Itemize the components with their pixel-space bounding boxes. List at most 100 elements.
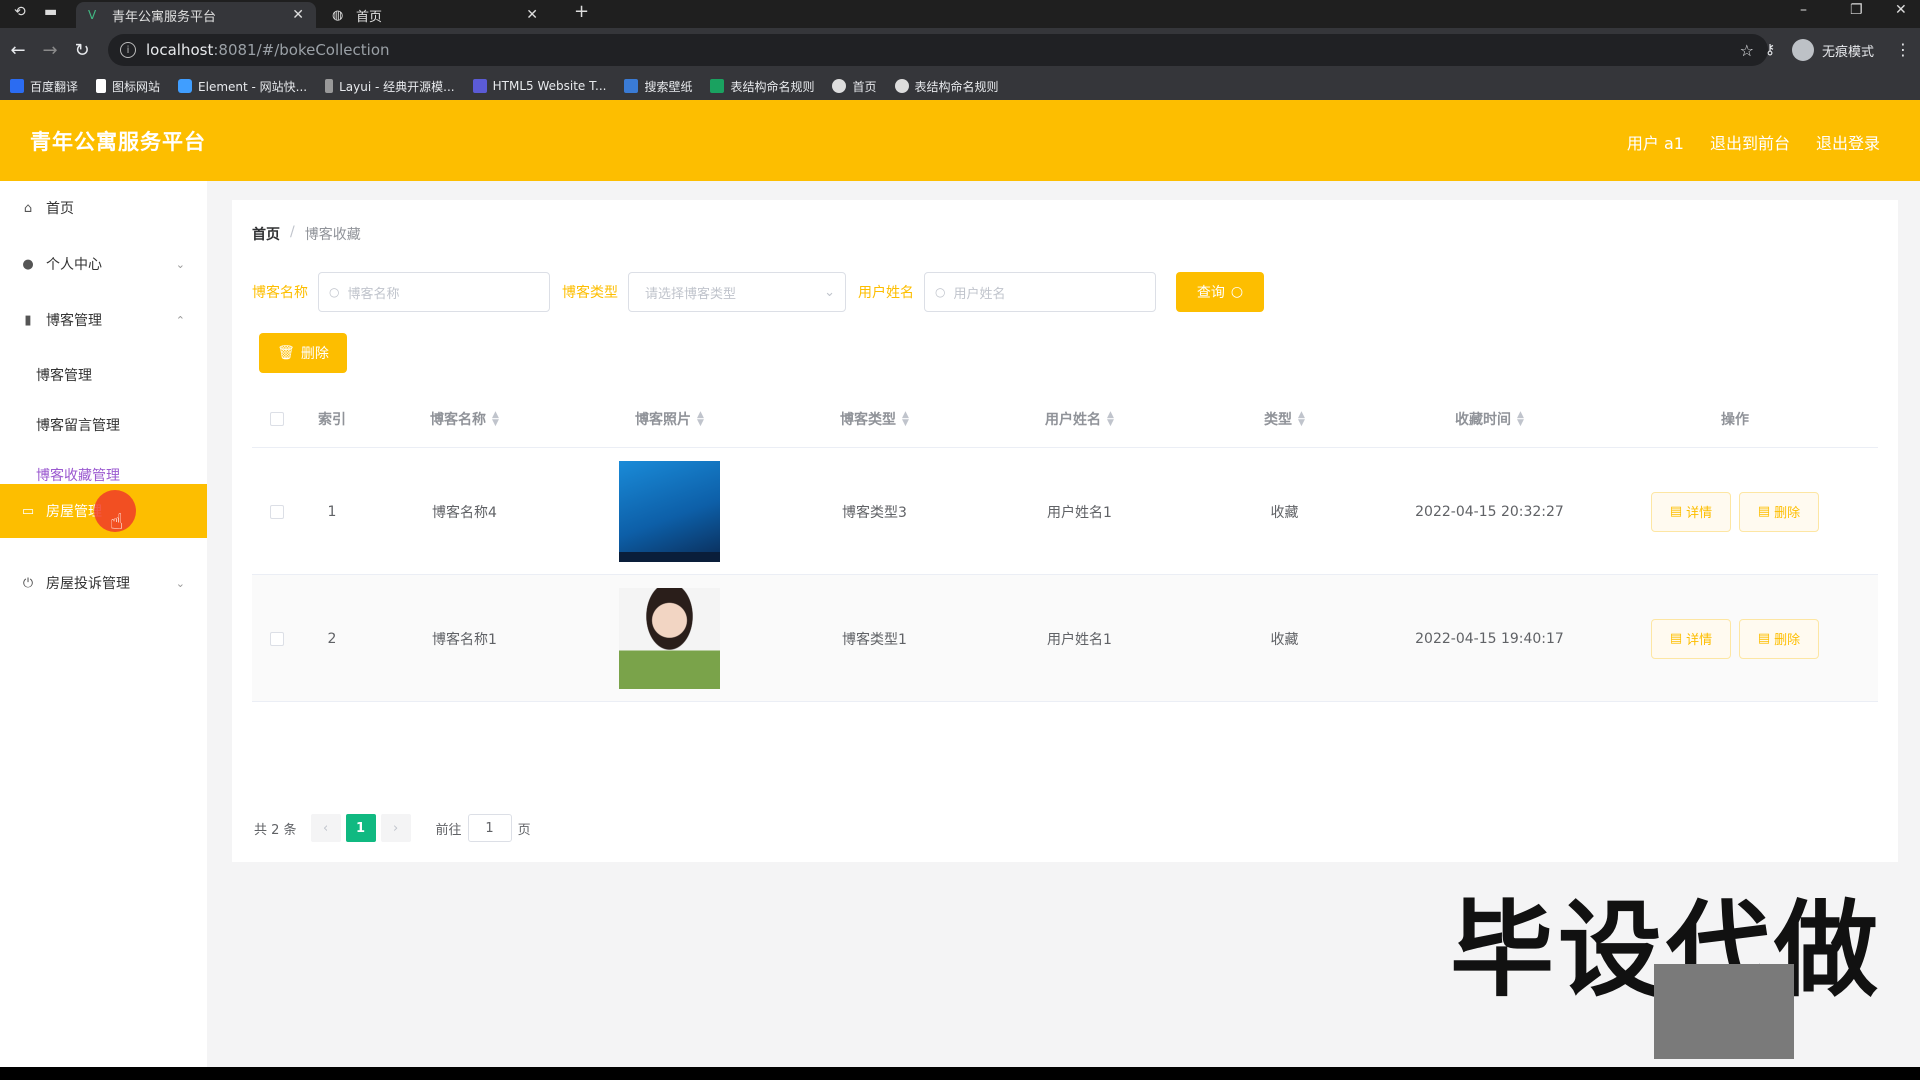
window-icon[interactable]: ▬: [44, 4, 57, 20]
sort-icon[interactable]: ▲ ▼: [1517, 411, 1524, 428]
sidebar-item-label: 博客管理: [46, 313, 102, 329]
column-label: 操作: [1721, 412, 1749, 428]
row-checkbox[interactable]: [270, 631, 284, 646]
bookmark[interactable]: 搜索壁纸: [624, 78, 692, 95]
cell-blog-name: 博客名称4: [432, 504, 497, 521]
search-icon: ○: [935, 285, 946, 299]
column-header: 操作: [1592, 390, 1878, 448]
current-user[interactable]: 用户 a1: [1627, 130, 1684, 154]
bookmark[interactable]: 表结构命名规则: [894, 78, 999, 95]
row-delete-button[interactable]: ▤ 删除: [1739, 618, 1819, 659]
info-icon[interactable]: i: [120, 42, 136, 58]
prev-page-icon[interactable]: ‹: [310, 814, 341, 842]
delete-label: 删除: [1774, 506, 1801, 521]
select-all-cell: [252, 390, 302, 448]
close-icon[interactable]: ✕: [292, 7, 304, 23]
column-header[interactable]: 博客类型 ▲ ▼: [772, 390, 977, 448]
blog-photo-thumbnail[interactable]: [619, 461, 720, 562]
bookmark[interactable]: Layui - 经典开源模...: [325, 78, 455, 95]
address-bar[interactable]: i localhost :8081/#/bokeCollection ☆: [108, 34, 1768, 66]
column-header[interactable]: 收藏时间 ▲ ▼: [1387, 390, 1592, 448]
submenu-blog-comments[interactable]: 博客留言管理: [36, 415, 120, 435]
chevron-down-icon: ⌄: [175, 257, 185, 271]
trash-icon: ▤: [1757, 631, 1771, 646]
select-all-checkbox[interactable]: [270, 412, 284, 426]
logout-link[interactable]: 退出登录: [1816, 130, 1880, 154]
wallpaper-icon: [624, 79, 639, 93]
column-header[interactable]: 博客照片 ▲ ▼: [567, 390, 772, 448]
goto-page-input[interactable]: 1: [467, 814, 512, 842]
chrome-icon[interactable]: ⟲: [14, 4, 26, 20]
placeholder: 请选择博客类型: [645, 286, 737, 302]
row-delete-button[interactable]: ▤ 删除: [1739, 491, 1819, 532]
bookmark[interactable]: HTML5 Website T...: [472, 79, 606, 93]
column-label: 类型: [1264, 412, 1293, 428]
bookmark[interactable]: 表结构命名规则: [710, 78, 814, 95]
breadcrumb: 首页 / 博客收藏: [252, 224, 361, 244]
sort-icon[interactable]: ▲ ▼: [697, 411, 704, 428]
sidebar-item-blog-management[interactable]: ▮ 博客管理 ⌃: [0, 293, 207, 347]
bookmark-label: Layui - 经典开源模...: [339, 79, 455, 94]
bookmark[interactable]: 百度翻译: [10, 78, 78, 95]
app-title: 青年公寓服务平台: [30, 130, 206, 154]
sort-icon[interactable]: ▲ ▼: [492, 411, 499, 428]
blog-name-input[interactable]: ○ 博客名称: [318, 272, 550, 312]
query-button[interactable]: 查询 ○: [1176, 272, 1264, 312]
bookmark[interactable]: 图标网站: [96, 78, 160, 95]
screen: ⟲ ▬ V 青年公寓服务平台 ✕ ◍ 首页 ✕ + – ❐ ✕ ← → ↻ i …: [0, 0, 1920, 1080]
row-checkbox[interactable]: [270, 504, 284, 519]
blog-photo-thumbnail[interactable]: [619, 588, 720, 689]
column-header[interactable]: 博客名称 ▲ ▼: [362, 390, 567, 448]
bookmark[interactable]: 首页: [832, 78, 877, 95]
bookmark-label: Element - 网站快...: [198, 79, 308, 94]
bulk-delete-button[interactable]: 🗑 删除: [259, 333, 347, 373]
back-arrow-icon[interactable]: ←: [4, 36, 32, 64]
column-label: 博客名称: [430, 412, 487, 428]
sidebar-item-personal-center[interactable]: ● 个人中心 ⌄: [0, 237, 207, 291]
detail-button[interactable]: ▤ 详情: [1651, 618, 1731, 659]
sidebar-item-complaints[interactable]: ⏻ 房屋投诉管理 ⌄: [0, 556, 207, 610]
breadcrumb-home[interactable]: 首页: [252, 224, 280, 244]
flag-icon: [96, 79, 107, 93]
document-icon: ▤: [1669, 504, 1683, 519]
bookmark-label: 表结构命名规则: [730, 79, 815, 94]
sort-icon[interactable]: ▲ ▼: [902, 411, 909, 428]
app: 青年公寓服务平台 用户 a1 退出到前台 退出登录 ⌂ 首页 ● 个人中心 ⌄ …: [0, 100, 1920, 1067]
column-header[interactable]: 用户姓名 ▲ ▼: [977, 390, 1182, 448]
submenu-blog-collection[interactable]: 博客收藏管理: [36, 465, 120, 485]
restore-icon[interactable]: ❐: [1850, 2, 1863, 18]
next-page-icon[interactable]: ›: [380, 814, 411, 842]
close-icon[interactable]: ✕: [526, 7, 538, 23]
chart-icon: ▮: [24, 312, 32, 328]
cell-index: 2: [327, 630, 337, 647]
tab-inactive[interactable]: ◍ 首页 ✕: [320, 2, 550, 28]
close-window-icon[interactable]: ✕: [1895, 2, 1907, 18]
forward-arrow-icon[interactable]: →: [36, 36, 64, 64]
reload-icon[interactable]: ↻: [68, 36, 96, 64]
cell-blog-name: 博客名称1: [432, 631, 497, 648]
star-icon[interactable]: ☆: [1740, 41, 1754, 60]
user-name-input[interactable]: ○ 用户姓名: [924, 272, 1156, 312]
key-icon[interactable]: ⚷: [1765, 42, 1775, 58]
table-header: 索引 博客名称 ▲ ▼ 博客照片 ▲ ▼ 博客类型 ▲ ▼ 用户姓名 ▲ ▼ 类型 ▲ ▼ 收藏时间…: [252, 390, 1878, 448]
detail-button[interactable]: ▤ 详情: [1651, 491, 1731, 532]
tab-active[interactable]: V 青年公寓服务平台 ✕: [76, 2, 316, 28]
main-content: 首页 / 博客收藏 博客名称 ○ 博客名称 博客类型 请选择博客类型 ⌄ 用户姓…: [232, 200, 1898, 862]
bookmark-label: 搜索壁纸: [644, 79, 693, 94]
new-tab-icon[interactable]: +: [574, 1, 589, 22]
more-vert-icon[interactable]: ⋮: [1895, 40, 1911, 59]
user-name-label: 用户姓名: [858, 285, 914, 301]
detail-label: 详情: [1686, 633, 1713, 648]
submenu-blog[interactable]: 博客管理: [36, 365, 92, 385]
page-number-active[interactable]: 1: [345, 814, 376, 842]
minimize-icon[interactable]: –: [1800, 2, 1807, 18]
blog-type-select[interactable]: 请选择博客类型 ⌄: [628, 272, 846, 312]
sort-icon[interactable]: ▲ ▼: [1107, 411, 1114, 428]
exit-to-frontend-link[interactable]: 退出到前台: [1710, 130, 1790, 154]
vue-logo-icon: V: [88, 8, 97, 22]
sort-icon[interactable]: ▲ ▼: [1298, 411, 1305, 428]
incognito-indicator[interactable]: 无痕模式: [1792, 36, 1874, 64]
sidebar-item-home[interactable]: ⌂ 首页: [0, 181, 207, 235]
bookmark[interactable]: Element - 网站快...: [178, 78, 307, 95]
column-header[interactable]: 类型 ▲ ▼: [1182, 390, 1387, 448]
